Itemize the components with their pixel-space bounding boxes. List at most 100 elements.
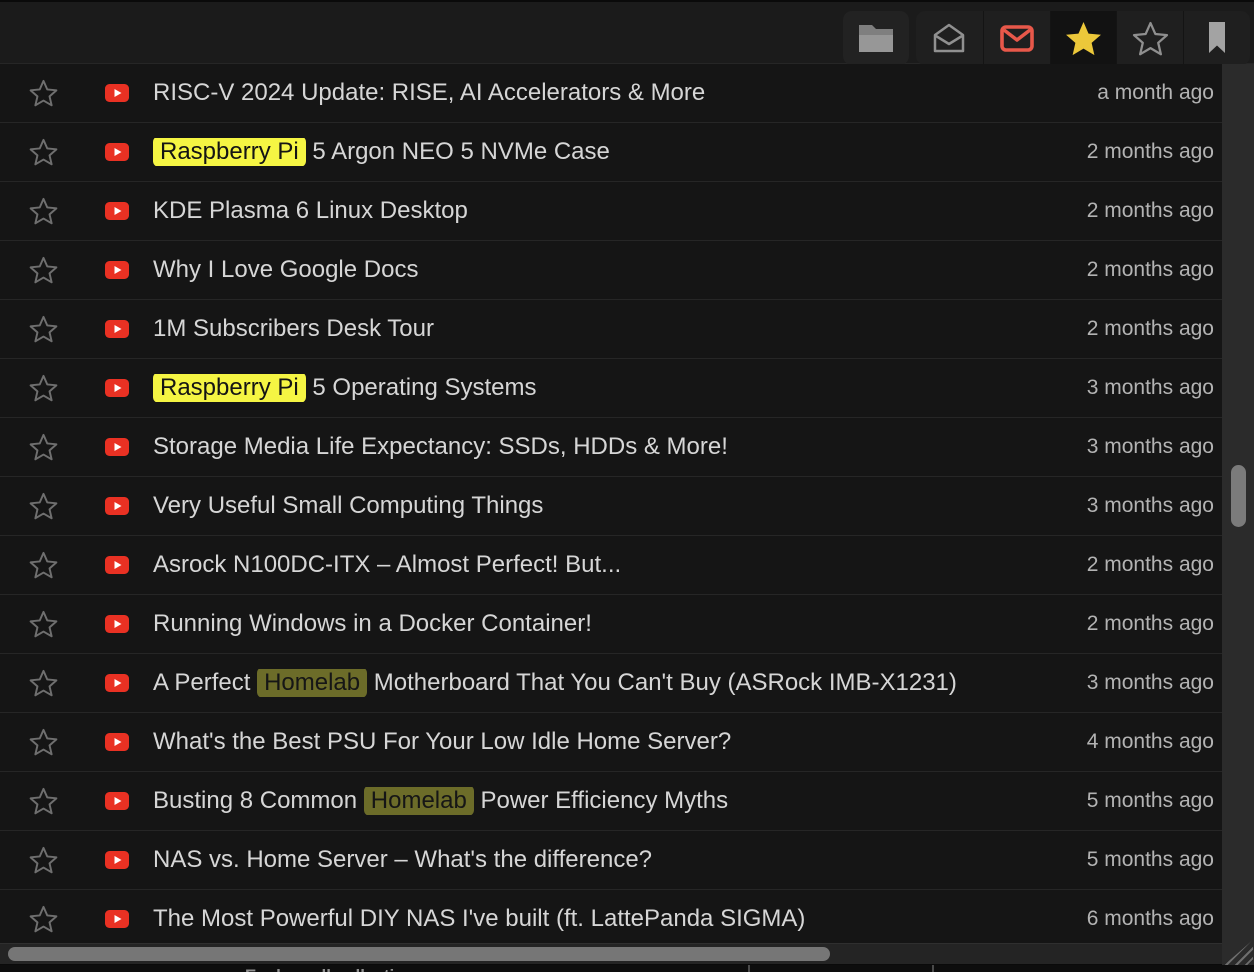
item-title[interactable]: What's the Best PSU For Your Low Idle Ho… xyxy=(153,728,1073,756)
item-timestamp: 5 months ago xyxy=(1087,789,1214,813)
horizontal-scrollbar-track[interactable] xyxy=(0,943,1222,965)
youtube-icon xyxy=(105,320,129,338)
feed-item[interactable]: Raspberry Pi 5 Argon NEO 5 NVMe Case 2 m… xyxy=(0,123,1222,182)
favorite-star-icon[interactable] xyxy=(29,787,58,815)
toolbar xyxy=(0,0,1254,64)
divider xyxy=(748,965,750,972)
youtube-icon xyxy=(105,497,129,515)
feed-item-list: RISC-V 2024 Update: RISE, AI Accelerator… xyxy=(0,64,1222,943)
favorite-star-icon[interactable] xyxy=(29,197,58,225)
feed-item[interactable]: KDE Plasma 6 Linux Desktop 2 months ago xyxy=(0,182,1222,241)
item-title[interactable]: Running Windows in a Docker Container! xyxy=(153,610,1073,638)
favorite-star-icon[interactable] xyxy=(29,492,58,520)
feed-item[interactable]: RISC-V 2024 Update: RISE, AI Accelerator… xyxy=(0,64,1222,123)
item-timestamp: 2 months ago xyxy=(1087,258,1214,282)
youtube-icon xyxy=(105,674,129,692)
favorite-star-icon[interactable] xyxy=(29,610,58,638)
favorite-star-icon[interactable] xyxy=(29,374,58,402)
item-title[interactable]: A Perfect Homelab Motherboard That You C… xyxy=(153,669,1073,697)
item-title[interactable]: Busting 8 Common Homelab Power Efficienc… xyxy=(153,787,1073,815)
youtube-icon xyxy=(105,615,129,633)
item-title[interactable]: 1M Subscribers Desk Tour xyxy=(153,315,1073,343)
feed-item[interactable]: 1M Subscribers Desk Tour 2 months ago xyxy=(0,300,1222,359)
youtube-icon xyxy=(105,202,129,220)
labels-filter-button[interactable] xyxy=(1183,11,1250,65)
item-title[interactable]: NAS vs. Home Server – What's the differe… xyxy=(153,846,1073,874)
item-timestamp: 2 months ago xyxy=(1087,317,1214,341)
youtube-icon xyxy=(105,143,129,161)
favorite-star-icon[interactable] xyxy=(29,79,58,107)
folder-button[interactable] xyxy=(843,11,909,65)
favorite-star-icon[interactable] xyxy=(29,551,58,579)
horizontal-scrollbar-thumb[interactable] xyxy=(8,947,830,961)
filter-button-group xyxy=(916,11,1250,65)
feed-item[interactable]: Very Useful Small Computing Things 3 mon… xyxy=(0,477,1222,536)
item-timestamp: a month ago xyxy=(1097,81,1214,105)
item-title[interactable]: RISC-V 2024 Update: RISE, AI Accelerator… xyxy=(153,79,1083,107)
item-title[interactable]: KDE Plasma 6 Linux Desktop xyxy=(153,197,1073,225)
mail-open-icon xyxy=(932,22,966,54)
vertical-scrollbar-thumb[interactable] xyxy=(1231,465,1246,527)
favorite-star-icon[interactable] xyxy=(29,256,58,284)
highlighted-term: Homelab xyxy=(364,787,474,815)
item-title[interactable]: Asrock N100DC-ITX – Almost Perfect! But.… xyxy=(153,551,1073,579)
favorites-filter-button[interactable] xyxy=(1050,11,1117,65)
youtube-icon xyxy=(105,556,129,574)
feed-item[interactable]: What's the Best PSU For Your Low Idle Ho… xyxy=(0,713,1222,772)
favorite-star-icon[interactable] xyxy=(29,315,58,343)
item-title[interactable]: Raspberry Pi 5 Operating Systems xyxy=(153,374,1073,402)
item-timestamp: 4 months ago xyxy=(1087,730,1214,754)
feed-item[interactable]: Running Windows in a Docker Container! 2… xyxy=(0,595,1222,654)
item-title[interactable]: Very Useful Small Computing Things xyxy=(153,492,1073,520)
feed-item[interactable]: Raspberry Pi 5 Operating Systems 3 month… xyxy=(0,359,1222,418)
vertical-scrollbar-track[interactable] xyxy=(1222,64,1254,965)
item-timestamp: 2 months ago xyxy=(1087,140,1214,164)
star-outline-icon xyxy=(1132,21,1169,56)
explore-collections-link[interactable]: Explore all collections xyxy=(245,966,425,972)
highlighted-term: Raspberry Pi xyxy=(153,374,306,402)
feed-item[interactable]: Asrock N100DC-ITX – Almost Perfect! But.… xyxy=(0,536,1222,595)
feed-item[interactable]: Storage Media Life Expectancy: SSDs, HDD… xyxy=(0,418,1222,477)
clipped-bottom-content: Explore all collections xyxy=(0,965,1254,972)
favorite-star-icon[interactable] xyxy=(29,138,58,166)
favorite-star-icon[interactable] xyxy=(29,846,58,874)
youtube-icon xyxy=(105,379,129,397)
feed-item[interactable]: A Perfect Homelab Motherboard That You C… xyxy=(0,654,1222,713)
folder-icon xyxy=(856,22,896,55)
highlighted-term: Homelab xyxy=(257,669,367,697)
favorite-star-icon[interactable] xyxy=(29,433,58,461)
feed-item[interactable]: The Most Powerful DIY NAS I've built (ft… xyxy=(0,890,1222,943)
youtube-icon xyxy=(105,261,129,279)
item-title[interactable]: Storage Media Life Expectancy: SSDs, HDD… xyxy=(153,433,1073,461)
unread-mail-button[interactable] xyxy=(983,11,1050,65)
item-timestamp: 6 months ago xyxy=(1087,907,1214,931)
youtube-icon xyxy=(105,438,129,456)
item-timestamp: 3 months ago xyxy=(1087,435,1214,459)
highlighted-term: Raspberry Pi xyxy=(153,138,306,166)
youtube-icon xyxy=(105,733,129,751)
item-title[interactable]: The Most Powerful DIY NAS I've built (ft… xyxy=(153,905,1073,933)
favorite-star-icon[interactable] xyxy=(29,728,58,756)
read-mail-button[interactable] xyxy=(916,11,983,65)
item-timestamp: 3 months ago xyxy=(1087,494,1214,518)
star-filled-icon xyxy=(1065,21,1102,56)
youtube-icon xyxy=(105,792,129,810)
item-title[interactable]: Why I Love Google Docs xyxy=(153,256,1073,284)
item-timestamp: 3 months ago xyxy=(1087,671,1214,695)
feed-item[interactable]: NAS vs. Home Server – What's the differe… xyxy=(0,831,1222,890)
youtube-icon xyxy=(105,910,129,928)
favorite-star-icon[interactable] xyxy=(29,905,58,933)
non-favorites-filter-button[interactable] xyxy=(1116,11,1183,65)
item-title[interactable]: Raspberry Pi 5 Argon NEO 5 NVMe Case xyxy=(153,138,1073,166)
youtube-icon xyxy=(105,851,129,869)
item-timestamp: 2 months ago xyxy=(1087,612,1214,636)
mail-unread-icon xyxy=(999,24,1035,53)
divider xyxy=(932,965,934,972)
feed-item[interactable]: Busting 8 Common Homelab Power Efficienc… xyxy=(0,772,1222,831)
bookmark-icon xyxy=(1206,21,1228,55)
youtube-icon xyxy=(105,84,129,102)
favorite-star-icon[interactable] xyxy=(29,669,58,697)
item-timestamp: 3 months ago xyxy=(1087,376,1214,400)
item-timestamp: 2 months ago xyxy=(1087,199,1214,223)
feed-item[interactable]: Why I Love Google Docs 2 months ago xyxy=(0,241,1222,300)
